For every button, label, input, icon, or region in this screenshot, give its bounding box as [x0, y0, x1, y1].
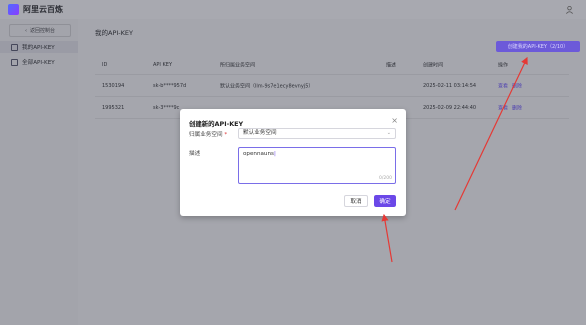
- delete-link[interactable]: 删除: [512, 83, 522, 89]
- key-icon: [11, 43, 18, 51]
- col-workspace: 所归属业务空间: [220, 62, 256, 69]
- workspace-label: 归属业务空间 *: [189, 132, 228, 138]
- row-key: sk-b****957d: [153, 82, 187, 89]
- top-bar: 阿里云百炼: [0, 0, 586, 19]
- row-actions: 查看 删除: [498, 104, 526, 111]
- cancel-button[interactable]: 取消: [344, 195, 368, 207]
- delete-link[interactable]: 删除: [512, 105, 522, 111]
- col-created: 创建时间: [423, 62, 444, 69]
- col-desc: 描述: [386, 62, 397, 69]
- page-title: 我的API-KEY: [95, 29, 133, 37]
- back-to-console-button[interactable]: ‹ 返回控制台: [9, 24, 71, 37]
- confirm-button[interactable]: 确定: [373, 194, 397, 208]
- view-link[interactable]: 查看: [498, 105, 508, 111]
- row-workspace: 默认业务空间（llm-9s7e1ecy8evnyj5）: [220, 83, 314, 89]
- table-row: 1530194 sk-b****957d 默认业务空间（llm-9s7e1ecy…: [95, 75, 569, 97]
- row-key: sk-3****9c: [153, 104, 180, 111]
- row-actions: 查看 删除: [498, 82, 526, 89]
- user-icon[interactable]: [565, 5, 574, 14]
- list-icon: [11, 58, 18, 66]
- row-id: 1530194: [102, 82, 125, 89]
- dialog-title: 创建新的API-KEY: [189, 120, 244, 128]
- col-id: ID: [102, 62, 108, 68]
- close-icon[interactable]: ×: [391, 116, 398, 125]
- bailian-logo-icon: [8, 4, 19, 15]
- sidebar: ‹ 返回控制台 我的API-KEY 全部API-KEY: [0, 19, 78, 325]
- sidebar-item-all-api-key[interactable]: 全部API-KEY: [0, 56, 78, 68]
- description-textarea[interactable]: opennauns| 0/200: [238, 147, 396, 184]
- chevron-down-icon: ⌄: [386, 130, 391, 136]
- chevron-left-icon: ‹: [24, 27, 27, 34]
- col-api-key: API KEY: [153, 62, 172, 68]
- char-counter: 0/200: [379, 176, 392, 181]
- workspace-value: 默认业务空间: [243, 130, 277, 136]
- description-value: opennauns: [243, 151, 274, 157]
- description-label: 描述: [189, 151, 201, 157]
- table-header: ID API KEY 所归属业务空间 描述 创建时间 操作: [95, 56, 569, 75]
- view-link[interactable]: 查看: [498, 83, 508, 89]
- sidebar-item-my-api-key[interactable]: 我的API-KEY: [0, 41, 78, 53]
- row-created: 2025-02-11 03:14:54: [423, 82, 477, 89]
- row-id: 1995321: [102, 104, 125, 111]
- create-api-key-dialog: 创建新的API-KEY × 归属业务空间 * 默认业务空间 ⌄ 描述 openn…: [180, 109, 406, 216]
- create-api-key-button[interactable]: 创建我的API-KEY（2/10）: [496, 41, 580, 52]
- app-brand: 阿里云百炼: [23, 5, 63, 14]
- workspace-select[interactable]: 默认业务空间 ⌄: [238, 128, 396, 139]
- col-actions: 操作: [498, 62, 509, 69]
- row-created: 2025-02-09 22:44:40: [423, 104, 477, 111]
